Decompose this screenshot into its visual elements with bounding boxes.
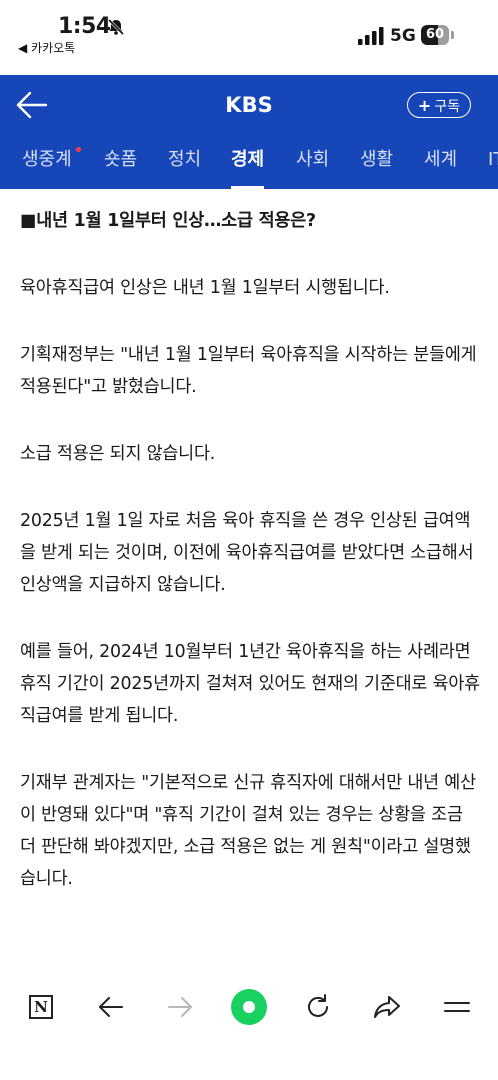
status-bar: 1:54 ◀ 카카오톡 5G 60 <box>0 0 498 75</box>
article-paragraph: 2025년 1월 1일 자로 처음 육아 휴직을 쓴 경우 인상된 급여액을 받… <box>20 511 474 595</box>
back-arrow-icon <box>99 997 123 1017</box>
article-body: ■내년 1월 1일부터 인상…소급 적용은? 육아휴직급여 인상은 내년 1월 … <box>20 205 480 975</box>
back-to-app-link[interactable]: ◀ 카카오톡 <box>18 39 75 56</box>
article-paragraph: 소급 적용은 되지 않습니다. <box>20 444 216 464</box>
tab-society[interactable]: 사회 <box>296 135 329 189</box>
app-header: KBS + 구독 <box>0 75 498 135</box>
article-subheading: ■내년 1월 1일부터 인상…소급 적용은? <box>20 211 316 231</box>
bell-muted-icon <box>107 18 125 36</box>
share-icon <box>374 996 400 1018</box>
tab-economy[interactable]: 경제 <box>231 135 265 189</box>
category-tabs: 생중계 숏폼 정치 경제 사회 생활 세계 IT <box>0 135 498 189</box>
tab-politics[interactable]: 정치 <box>168 135 201 189</box>
article-paragraph: 육아휴직급여 인상은 내년 1월 1일부터 시행됩니다. <box>20 278 390 298</box>
naver-home-icon: N <box>29 995 53 1019</box>
subscribe-label: 구독 <box>434 99 461 115</box>
green-dot-button[interactable] <box>229 987 269 1027</box>
article-paragraph: 예를 들어, 2024년 10월부터 1년간 육아휴직을 하는 사례라면 휴직 … <box>20 642 480 726</box>
refresh-icon <box>308 994 328 1017</box>
article-paragraph: 기재부 관계자는 "기본적으로 신규 휴직자에 대해서만 내년 예산이 반영돼 … <box>20 773 476 889</box>
status-time: 1:54 <box>58 14 111 39</box>
refresh-button[interactable] <box>298 987 338 1027</box>
tab-living[interactable]: 생활 <box>360 135 393 189</box>
plus-icon: + <box>417 96 432 115</box>
live-dot-icon <box>76 147 81 152</box>
tab-world[interactable]: 세계 <box>424 135 457 189</box>
browser-forward-button[interactable] <box>160 987 200 1027</box>
subscribe-button[interactable]: + 구독 <box>407 92 471 118</box>
battery-icon: 60 <box>421 25 455 45</box>
back-arrow-icon[interactable] <box>14 89 50 121</box>
article-paragraph: 기획재정부는 "내년 1월 1일부터 육아휴직을 시작하는 분들에게 적용된다"… <box>20 345 477 397</box>
tab-live[interactable]: 생중계 <box>22 135 72 189</box>
menu-button[interactable] <box>437 987 477 1027</box>
tab-it[interactable]: IT <box>488 135 498 189</box>
naver-home-button[interactable]: N <box>21 987 61 1027</box>
tab-shortform[interactable]: 숏폼 <box>104 135 137 189</box>
forward-arrow-icon <box>168 997 192 1017</box>
network-type: 5G <box>390 26 416 46</box>
battery-percent: 60 <box>425 27 445 42</box>
bottom-toolbar: N <box>0 975 498 1080</box>
share-button[interactable] <box>367 987 407 1027</box>
green-dot-icon <box>231 989 267 1025</box>
browser-back-button[interactable] <box>91 987 131 1027</box>
menu-icon <box>444 1002 470 1012</box>
cellular-signal-icon <box>358 27 384 45</box>
